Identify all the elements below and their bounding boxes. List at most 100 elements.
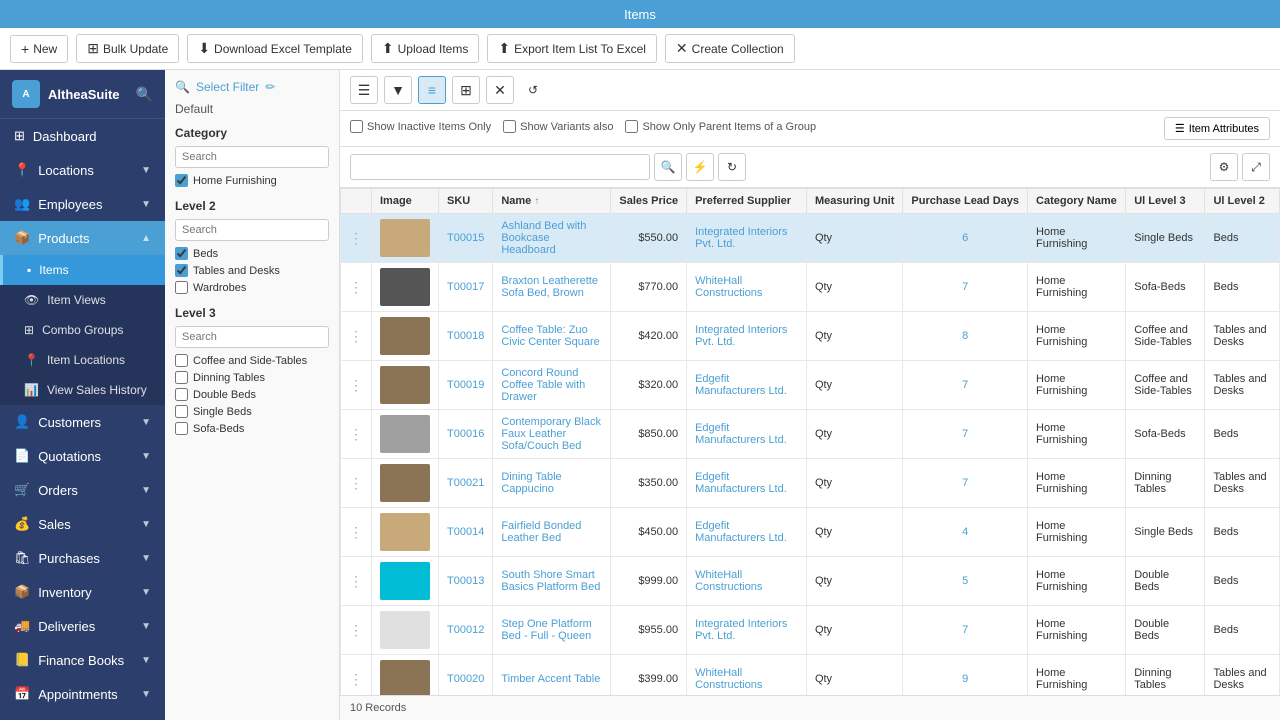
level3-search[interactable] xyxy=(175,326,329,348)
gear-icon[interactable]: ⚙ xyxy=(1210,153,1238,181)
sidebar-item-deliveries[interactable]: 🚚 Deliveries▼ xyxy=(0,609,165,643)
level3-double-beds[interactable]: Double Beds xyxy=(175,388,329,401)
sidebar-item-locations[interactable]: 📍 Locations▼ xyxy=(0,153,165,187)
settings-btn[interactable]: ✕ xyxy=(486,76,514,104)
cell-name[interactable]: Timber Accent Table xyxy=(493,655,611,696)
level3-sofa-beds[interactable]: Sofa-Beds xyxy=(175,422,329,435)
sidebar-sub-item-item-views[interactable]: 👁 Item Views xyxy=(0,285,165,315)
lightning-btn[interactable]: ⚡ xyxy=(686,153,714,181)
sidebar-item-appointments[interactable]: 📅 Appointments▼ xyxy=(0,677,165,711)
cell-name[interactable]: Dining Table Cappucino xyxy=(493,459,611,508)
col-unit[interactable]: Measuring Unit xyxy=(806,189,902,214)
cell-supplier[interactable]: WhiteHall Constructions xyxy=(687,557,807,606)
category-home-furnishing[interactable]: Home Furnishing xyxy=(175,174,329,187)
create-collection-btn[interactable]: ✕Create Collection xyxy=(665,34,795,63)
col-supplier[interactable]: Preferred Supplier xyxy=(687,189,807,214)
cell-name[interactable]: South Shore Smart Basics Platform Bed xyxy=(493,557,611,606)
cell-sku[interactable]: T00013 xyxy=(439,557,493,606)
cell-name[interactable]: Braxton Leatherette Sofa Bed, Brown xyxy=(493,263,611,312)
cell-sku[interactable]: T00019 xyxy=(439,361,493,410)
sidebar-item-employees[interactable]: 👥 Employees▼ xyxy=(0,187,165,221)
level3-dinning[interactable]: Dinning Tables xyxy=(175,371,329,384)
cell-sku[interactable]: T00020 xyxy=(439,655,493,696)
export-list-btn[interactable]: ⬆Export Item List To Excel xyxy=(487,34,657,63)
cell-supplier[interactable]: Edgefit Manufacturers Ltd. xyxy=(687,410,807,459)
sidebar-item-finance-books[interactable]: 📒 Finance Books▼ xyxy=(0,643,165,677)
sidebar-sub-item-view-sales-history[interactable]: 📊 View Sales History xyxy=(0,375,165,405)
cell-supplier[interactable]: WhiteHall Constructions xyxy=(687,263,807,312)
cell-sku[interactable]: T00018 xyxy=(439,312,493,361)
level2-search[interactable] xyxy=(175,219,329,241)
sidebar-item-orders[interactable]: 🛒 Orders▼ xyxy=(0,473,165,507)
list-view-btn[interactable]: ☰ xyxy=(350,76,378,104)
cell-supplier[interactable]: Integrated Interiors Pvt. Ltd. xyxy=(687,214,807,263)
table-row[interactable]: ⋮ T00018 Coffee Table: Zuo Civic Center … xyxy=(341,312,1280,361)
level2-wardrobes[interactable]: Wardrobes xyxy=(175,281,329,294)
cell-supplier[interactable]: Integrated Interiors Pvt. Ltd. xyxy=(687,606,807,655)
cell-sku[interactable]: T00015 xyxy=(439,214,493,263)
cell-name[interactable]: Coffee Table: Zuo Civic Center Square xyxy=(493,312,611,361)
level2-tables[interactable]: Tables and Desks xyxy=(175,264,329,277)
cell-supplier[interactable]: WhiteHall Constructions xyxy=(687,655,807,696)
sidebar-item-products[interactable]: 📦 Products▲ xyxy=(0,221,165,255)
bulk-update-btn[interactable]: ⊞Bulk Update xyxy=(76,34,179,63)
col-level2[interactable]: Ul Level 2 xyxy=(1205,189,1280,214)
search-input[interactable] xyxy=(350,154,650,180)
search-icon[interactable]: 🔍 xyxy=(136,86,153,103)
table-row[interactable]: ⋮ T00014 Fairfield Bonded Leather Bed $4… xyxy=(341,508,1280,557)
cell-supplier[interactable]: Edgefit Manufacturers Ltd. xyxy=(687,361,807,410)
cell-supplier[interactable]: Edgefit Manufacturers Ltd. xyxy=(687,508,807,557)
col-name[interactable]: Name ↑ xyxy=(493,189,611,214)
cell-sku[interactable]: T00021 xyxy=(439,459,493,508)
sidebar-sub-item-items[interactable]: ▪ Items xyxy=(0,255,165,285)
refresh-icon[interactable]: ↺ xyxy=(528,83,538,97)
sidebar-item-quotations[interactable]: 📄 Quotations▼ xyxy=(0,439,165,473)
upload-items-btn[interactable]: ⬆Upload Items xyxy=(371,34,479,63)
col-lead-days[interactable]: Purchase Lead Days xyxy=(903,189,1028,214)
sidebar-item-customers[interactable]: 👤 Customers▼ xyxy=(0,405,165,439)
table-row[interactable]: ⋮ T00021 Dining Table Cappucino $350.00 … xyxy=(341,459,1280,508)
sidebar-sub-item-combo-groups[interactable]: ⊞ Combo Groups xyxy=(0,315,165,345)
col-sku[interactable]: SKU xyxy=(439,189,493,214)
refresh-btn[interactable]: ↻ xyxy=(718,153,746,181)
table-row[interactable]: ⋮ T00017 Braxton Leatherette Sofa Bed, B… xyxy=(341,263,1280,312)
cell-name[interactable]: Step One Platform Bed - Full - Queen xyxy=(493,606,611,655)
sidebar-item-events[interactable]: 🎟 Events▼ xyxy=(0,711,165,720)
cell-supplier[interactable]: Edgefit Manufacturers Ltd. xyxy=(687,459,807,508)
cell-sku[interactable]: T00016 xyxy=(439,410,493,459)
cell-sku[interactable]: T00014 xyxy=(439,508,493,557)
chart-view-btn[interactable]: ⊞ xyxy=(452,76,480,104)
cell-name[interactable]: Fairfield Bonded Leather Bed xyxy=(493,508,611,557)
edit-icon[interactable]: ✏ xyxy=(265,80,275,94)
col-price[interactable]: Sales Price xyxy=(611,189,687,214)
cell-sku[interactable]: T00012 xyxy=(439,606,493,655)
sidebar-item-inventory[interactable]: 📦 Inventory▼ xyxy=(0,575,165,609)
col-image[interactable]: Image xyxy=(372,189,439,214)
show-parent-label[interactable]: Show Only Parent Items of a Group xyxy=(625,120,816,133)
new-btn[interactable]: +New xyxy=(10,35,68,63)
table-row[interactable]: ⋮ T00012 Step One Platform Bed - Full - … xyxy=(341,606,1280,655)
filter-btn[interactable]: ▼ xyxy=(384,76,412,104)
sidebar-item-dashboard[interactable]: ⊞ Dashboard xyxy=(0,119,165,153)
table-row[interactable]: ⋮ T00013 South Shore Smart Basics Platfo… xyxy=(341,557,1280,606)
cell-supplier[interactable]: Integrated Interiors Pvt. Ltd. xyxy=(687,312,807,361)
category-search[interactable] xyxy=(175,146,329,168)
show-inactive-label[interactable]: Show Inactive Items Only xyxy=(350,120,491,133)
download-excel-btn[interactable]: ⬇Download Excel Template xyxy=(187,34,363,63)
table-row[interactable]: ⋮ T00015 Ashland Bed with Bookcase Headb… xyxy=(341,214,1280,263)
show-variants-label[interactable]: Show Variants also xyxy=(503,120,613,133)
sidebar-item-purchases[interactable]: 🛍 Purchases▼ xyxy=(0,541,165,575)
table-row[interactable]: ⋮ T00020 Timber Accent Table $399.00 Whi… xyxy=(341,655,1280,696)
sidebar-item-sales[interactable]: 💰 Sales▼ xyxy=(0,507,165,541)
cell-name[interactable]: Contemporary Black Faux Leather Sofa/Cou… xyxy=(493,410,611,459)
cell-sku[interactable]: T00017 xyxy=(439,263,493,312)
level3-single-beds[interactable]: Single Beds xyxy=(175,405,329,418)
level3-coffee[interactable]: Coffee and Side-Tables xyxy=(175,354,329,367)
col-level3[interactable]: Ul Level 3 xyxy=(1126,189,1205,214)
sidebar-sub-item-item-locations[interactable]: 📍 Item Locations xyxy=(0,345,165,375)
fullscreen-icon[interactable]: ⤢ xyxy=(1242,153,1270,181)
item-attributes-btn[interactable]: ☰ Item Attributes xyxy=(1164,117,1270,140)
search-button[interactable]: 🔍 xyxy=(654,153,682,181)
table-row[interactable]: ⋮ T00016 Contemporary Black Faux Leather… xyxy=(341,410,1280,459)
cell-name[interactable]: Concord Round Coffee Table with Drawer xyxy=(493,361,611,410)
